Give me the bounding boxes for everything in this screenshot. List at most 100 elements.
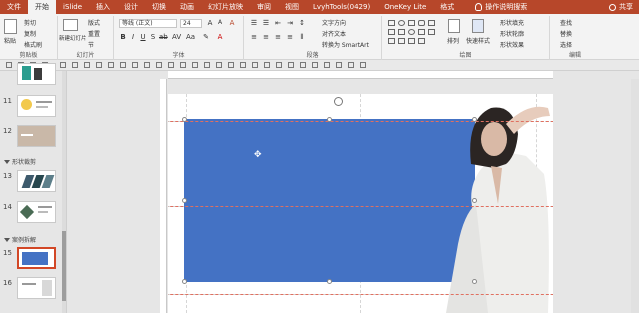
- qat-icon-24[interactable]: [336, 62, 342, 68]
- section-header-case-study[interactable]: 案例拆解: [4, 235, 36, 244]
- qat-icon-3[interactable]: [84, 62, 90, 68]
- section-button[interactable]: 节: [88, 40, 94, 49]
- resize-handle-l[interactable]: [182, 198, 187, 203]
- shape-line-icon[interactable]: [428, 20, 435, 26]
- qat-icon-8[interactable]: [144, 62, 150, 68]
- qat-icon-9[interactable]: [156, 62, 162, 68]
- qat-icon-19[interactable]: [276, 62, 282, 68]
- copy-button[interactable]: 复制: [24, 29, 36, 38]
- format-painter-button[interactable]: 格式刷: [24, 40, 42, 49]
- shape-effects-button[interactable]: 形状效果: [500, 40, 524, 49]
- editor-scrollbar[interactable]: [631, 79, 639, 313]
- resize-handle-b[interactable]: [327, 279, 332, 284]
- qat-icon-22[interactable]: [312, 62, 318, 68]
- slide-thumbnail-16[interactable]: [17, 277, 56, 299]
- grow-font-icon[interactable]: A: [206, 19, 214, 27]
- qat-icon-16[interactable]: [240, 62, 246, 68]
- tab-transitions[interactable]: 切换: [145, 0, 173, 14]
- slide-thumbnail-12[interactable]: [17, 125, 56, 147]
- tab-view[interactable]: 视图: [278, 0, 306, 14]
- tab-design[interactable]: 设计: [117, 0, 145, 14]
- paste-button[interactable]: 粘贴: [4, 36, 16, 45]
- select-button[interactable]: 选择: [560, 40, 572, 49]
- bold-icon[interactable]: B: [119, 33, 127, 41]
- numbering-icon[interactable]: ☰: [262, 19, 270, 27]
- strikethrough-icon[interactable]: ab: [159, 33, 168, 41]
- resize-handle-t[interactable]: [327, 117, 332, 122]
- qat-icon-5[interactable]: [108, 62, 114, 68]
- resize-handle-tl[interactable]: [182, 117, 187, 122]
- underline-icon[interactable]: U: [139, 33, 147, 41]
- font-size-combo[interactable]: 24: [180, 19, 202, 28]
- shrink-font-icon[interactable]: A: [216, 19, 224, 27]
- qat-icon-25[interactable]: [348, 62, 354, 68]
- tab-review[interactable]: 审阅: [250, 0, 278, 14]
- font-color-icon[interactable]: A: [216, 33, 224, 41]
- qat-icon-14[interactable]: [216, 62, 222, 68]
- shadow-icon[interactable]: S: [149, 33, 157, 41]
- qat-icon-10[interactable]: [168, 62, 174, 68]
- quick-styles-button[interactable]: 快速样式: [466, 36, 490, 45]
- layout-button[interactable]: 版式: [88, 18, 100, 27]
- paste-icon[interactable]: [4, 19, 17, 34]
- shape-arrow-icon[interactable]: [388, 29, 395, 35]
- replace-button[interactable]: 替换: [560, 29, 572, 38]
- vertical-ruler[interactable]: [160, 79, 167, 313]
- panel-scrollbar[interactable]: [62, 71, 66, 313]
- qat-icon-2[interactable]: [72, 62, 78, 68]
- panel-scrollbar-thumb[interactable]: [62, 231, 66, 301]
- shape-freeform-icon[interactable]: [398, 38, 405, 44]
- qat-icon-20[interactable]: [288, 62, 294, 68]
- tab-onekey[interactable]: OneKey Lite: [377, 0, 433, 14]
- reset-button[interactable]: 重置: [88, 29, 100, 38]
- qat-icon-13[interactable]: [204, 62, 210, 68]
- shape-rectangle-icon[interactable]: [388, 20, 395, 26]
- shape-callout-icon[interactable]: [408, 38, 415, 44]
- tab-slideshow[interactable]: 幻灯片放映: [201, 0, 250, 14]
- tab-insert[interactable]: 插入: [89, 0, 117, 14]
- slide-thumbnail-11[interactable]: [17, 95, 56, 117]
- shape-oval-icon[interactable]: [398, 20, 405, 26]
- clear-formatting-icon[interactable]: A: [228, 19, 236, 27]
- align-center-icon[interactable]: ≡: [262, 33, 270, 41]
- save-icon[interactable]: [6, 62, 12, 68]
- char-spacing-icon[interactable]: AV: [172, 33, 181, 41]
- new-slide-icon[interactable]: [63, 19, 78, 31]
- resize-handle-bl[interactable]: [182, 279, 187, 284]
- decrease-indent-icon[interactable]: ⇤: [274, 19, 282, 27]
- qat-icon-21[interactable]: [300, 62, 306, 68]
- qat-icon-12[interactable]: [192, 62, 198, 68]
- tab-animations[interactable]: 动画: [173, 0, 201, 14]
- qat-icon-4[interactable]: [96, 62, 102, 68]
- section-header-shape-crop[interactable]: 形状裁剪: [4, 157, 36, 166]
- font-name-combo[interactable]: 等线 (正文): [119, 19, 177, 28]
- horizontal-ruler[interactable]: [168, 71, 553, 79]
- qat-icon-15[interactable]: [228, 62, 234, 68]
- slide-thumbnail-14[interactable]: [17, 201, 56, 223]
- increase-indent-icon[interactable]: ⇥: [286, 19, 294, 27]
- tab-home[interactable]: 开始: [28, 0, 56, 14]
- bullets-icon[interactable]: ☰: [250, 19, 258, 27]
- tell-me-search[interactable]: 操作说明搜索: [475, 2, 527, 12]
- qat-icon-11[interactable]: [180, 62, 186, 68]
- align-right-icon[interactable]: ≡: [274, 33, 282, 41]
- change-case-icon[interactable]: Aa: [186, 33, 195, 41]
- justify-icon[interactable]: ≡: [286, 33, 294, 41]
- convert-smartart-button[interactable]: 转换为 SmartArt: [322, 40, 369, 49]
- shape-star-icon[interactable]: [428, 29, 435, 35]
- text-direction-button[interactable]: 文字方向: [322, 18, 346, 27]
- cut-button[interactable]: 剪切: [24, 18, 36, 27]
- highlight-icon[interactable]: ✎: [202, 33, 210, 41]
- slide-thumbnail-10[interactable]: [17, 63, 56, 85]
- arrange-button[interactable]: 排列: [447, 36, 459, 45]
- qat-icon-17[interactable]: [252, 62, 258, 68]
- shape-bracket-icon[interactable]: [418, 38, 425, 44]
- shape-rounded-rect-icon[interactable]: [418, 20, 425, 26]
- tab-format[interactable]: 格式: [433, 0, 461, 14]
- find-button[interactable]: 查找: [560, 18, 572, 27]
- shape-curve-icon[interactable]: [388, 38, 395, 44]
- person-photo[interactable]: [436, 94, 553, 313]
- slide-thumbnail-13[interactable]: [17, 170, 56, 192]
- italic-icon[interactable]: I: [129, 33, 137, 41]
- tab-islide[interactable]: iSlide: [56, 0, 89, 14]
